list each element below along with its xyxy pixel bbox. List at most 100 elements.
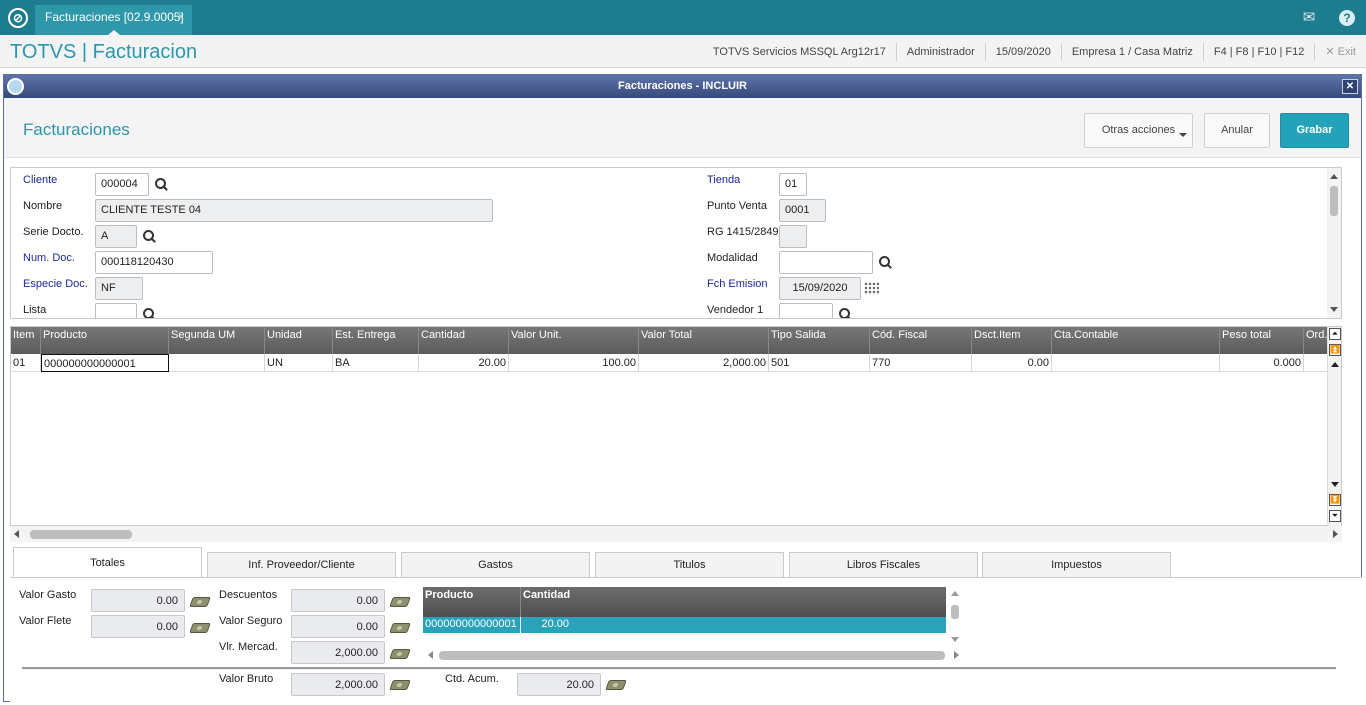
totvs-logo-icon[interactable]: ⊘ [8, 8, 28, 28]
grid-col-cod-fiscal[interactable]: Cód. Fiscal [870, 327, 972, 354]
lista-search-icon[interactable] [143, 308, 157, 318]
grid-cell-est-entrega[interactable]: BA [333, 354, 419, 372]
grid-col-dsct-item[interactable]: Dsct.Item [972, 327, 1052, 354]
money-icon[interactable] [389, 649, 411, 659]
serie-field[interactable]: A [95, 225, 137, 248]
scroll-up-icon[interactable] [1331, 362, 1339, 367]
grid-col-cta-contable[interactable]: Cta.Contable [1052, 327, 1220, 354]
form-scroll-thumb[interactable] [1330, 186, 1338, 216]
grid-horizontal-scrollbar[interactable] [10, 526, 1342, 542]
help-icon[interactable]: ? [1337, 8, 1357, 28]
ctd-acum-field[interactable]: 20.00 [517, 673, 601, 696]
scroll-up-icon[interactable] [1330, 174, 1338, 179]
subgrid-col-cantidad[interactable]: Cantidad [521, 587, 946, 617]
grid-col-item[interactable]: Item [11, 327, 41, 354]
grid-cell-tipo-salida[interactable]: 501 [769, 354, 870, 372]
vendedor-field[interactable] [779, 303, 833, 318]
lista-field[interactable] [95, 303, 137, 318]
punto-venta-field[interactable]: 0001 [779, 199, 826, 222]
descuentos-field[interactable]: 0.00 [291, 589, 385, 612]
vendedor-search-icon[interactable] [839, 308, 853, 318]
scroll-down-icon[interactable] [1331, 482, 1339, 487]
window-close-button[interactable]: ✕ [1342, 79, 1358, 94]
grid-cell-cod-fiscal[interactable]: 770 [870, 354, 972, 372]
grid-cell-cantidad[interactable]: 20.00 [419, 354, 509, 372]
money-icon[interactable] [189, 597, 211, 607]
tab-gastos[interactable]: Gastos [401, 552, 590, 578]
company-label[interactable]: Empresa 1 / Casa Matriz [1060, 43, 1203, 61]
subgrid-row[interactable]: 000000000000001 20.00 [423, 617, 946, 633]
scroll-right-icon[interactable] [954, 651, 959, 659]
scroll-right-icon[interactable] [1333, 530, 1338, 538]
scroll-page-up-icon[interactable]: ⏫ [1329, 344, 1341, 356]
date-label[interactable]: 15/09/2020 [984, 43, 1061, 61]
grid-col-segunda-um[interactable]: Segunda UM [169, 327, 265, 354]
app-tab-close-icon[interactable]: × [178, 5, 184, 30]
cliente-search-icon[interactable] [155, 178, 169, 192]
form-scrollbar[interactable] [1327, 168, 1341, 318]
money-icon[interactable] [605, 680, 627, 690]
grid-cell-dsct-item[interactable]: 0.00 [972, 354, 1052, 372]
modalidad-field[interactable] [779, 251, 873, 274]
scroll-left-icon[interactable] [428, 651, 433, 659]
scroll-top-icon[interactable]: ⏶ [1329, 328, 1341, 340]
grid-cell-segunda-um[interactable] [169, 354, 265, 372]
valor-seguro-field[interactable]: 0.00 [291, 615, 385, 638]
numdoc-field[interactable]: 000118120430 [95, 251, 213, 274]
tab-impuestos[interactable]: Impuestos [982, 552, 1171, 578]
anular-button[interactable]: Anular [1204, 113, 1270, 148]
grid-col-unidad[interactable]: Unidad [265, 327, 333, 354]
nombre-field[interactable]: CLIENTE TESTE 04 [95, 199, 493, 222]
shortcuts-label[interactable]: F4 | F8 | F10 | F12 [1202, 43, 1315, 61]
grid-cell-item[interactable]: 01 [11, 354, 41, 372]
cliente-field[interactable]: 000004 [95, 173, 149, 196]
grabar-button[interactable]: Grabar [1280, 113, 1349, 148]
money-icon[interactable] [189, 623, 211, 633]
table-row[interactable]: 01 000000000000001 UN BA 20.00 100.00 2,000.00… [11, 354, 1334, 372]
valor-flete-field[interactable]: 0.00 [91, 615, 185, 638]
grid-cell-peso-total[interactable]: 0.000 [1220, 354, 1304, 372]
scroll-left-icon[interactable] [14, 530, 19, 538]
tienda-field[interactable]: 01 [779, 173, 807, 196]
grid-scrollbar[interactable]: ⏶ ⏫ ⏬ ⏷ [1327, 327, 1341, 526]
grid-cell-valor-total[interactable]: 2,000.00 [639, 354, 769, 372]
tab-totales[interactable]: Totales [13, 547, 202, 578]
otras-acciones-button[interactable]: Otras acciones [1084, 113, 1193, 148]
tab-libros-fiscales[interactable]: Libros Fiscales [789, 552, 978, 578]
tab-inf-proveedor-cliente[interactable]: Inf. Proveedor/Cliente [207, 552, 396, 578]
grid-cell-producto[interactable]: 000000000000001 [41, 354, 169, 372]
valor-gasto-field[interactable]: 0.00 [91, 589, 185, 612]
subgrid-scroll-thumb-h[interactable] [439, 651, 945, 660]
rg-field[interactable] [779, 225, 807, 248]
grid-col-tipo-salida[interactable]: Tipo Salida [769, 327, 870, 354]
scroll-down-icon[interactable] [1330, 307, 1338, 312]
scroll-up-icon[interactable] [951, 591, 959, 596]
subgrid-cell-producto[interactable]: 000000000000001 [423, 617, 521, 633]
grid-cell-cta-contable[interactable] [1052, 354, 1220, 372]
subgrid-cell-cantidad[interactable]: 20.00 [521, 617, 581, 633]
grid-cell-valor-unit[interactable]: 100.00 [509, 354, 639, 372]
fch-emision-field[interactable]: 15/09/2020 [779, 277, 861, 300]
grid-col-valor-total[interactable]: Valor Total [639, 327, 769, 354]
subgrid-col-producto[interactable]: Producto [423, 587, 521, 617]
subgrid-horizontal-scrollbar[interactable] [423, 647, 964, 663]
grid-scroll-thumb[interactable] [30, 530, 132, 539]
grid-col-peso-total[interactable]: Peso total [1220, 327, 1304, 354]
subgrid-vertical-scrollbar[interactable] [946, 587, 964, 647]
calendar-icon[interactable] [864, 282, 879, 295]
vlr-mercad-field[interactable]: 2,000.00 [291, 641, 385, 664]
modalidad-search-icon[interactable] [879, 256, 893, 270]
valor-bruto-field[interactable]: 2,000.00 [291, 673, 385, 696]
exit-button[interactable]: ✕ Exit [1314, 43, 1366, 61]
money-icon[interactable] [389, 680, 411, 690]
grid-col-cantidad[interactable]: Cantidad [419, 327, 509, 354]
scroll-down-icon[interactable] [951, 637, 959, 642]
money-icon[interactable] [389, 623, 411, 633]
tab-titulos[interactable]: Titulos [595, 552, 784, 578]
serie-search-icon[interactable] [143, 230, 157, 244]
grid-col-valor-unit[interactable]: Valor Unit. [509, 327, 639, 354]
user-label[interactable]: Administrador [895, 43, 985, 61]
money-icon[interactable] [389, 597, 411, 607]
grid-cell-unidad[interactable]: UN [265, 354, 333, 372]
mail-icon[interactable]: ✉ [1299, 8, 1319, 28]
